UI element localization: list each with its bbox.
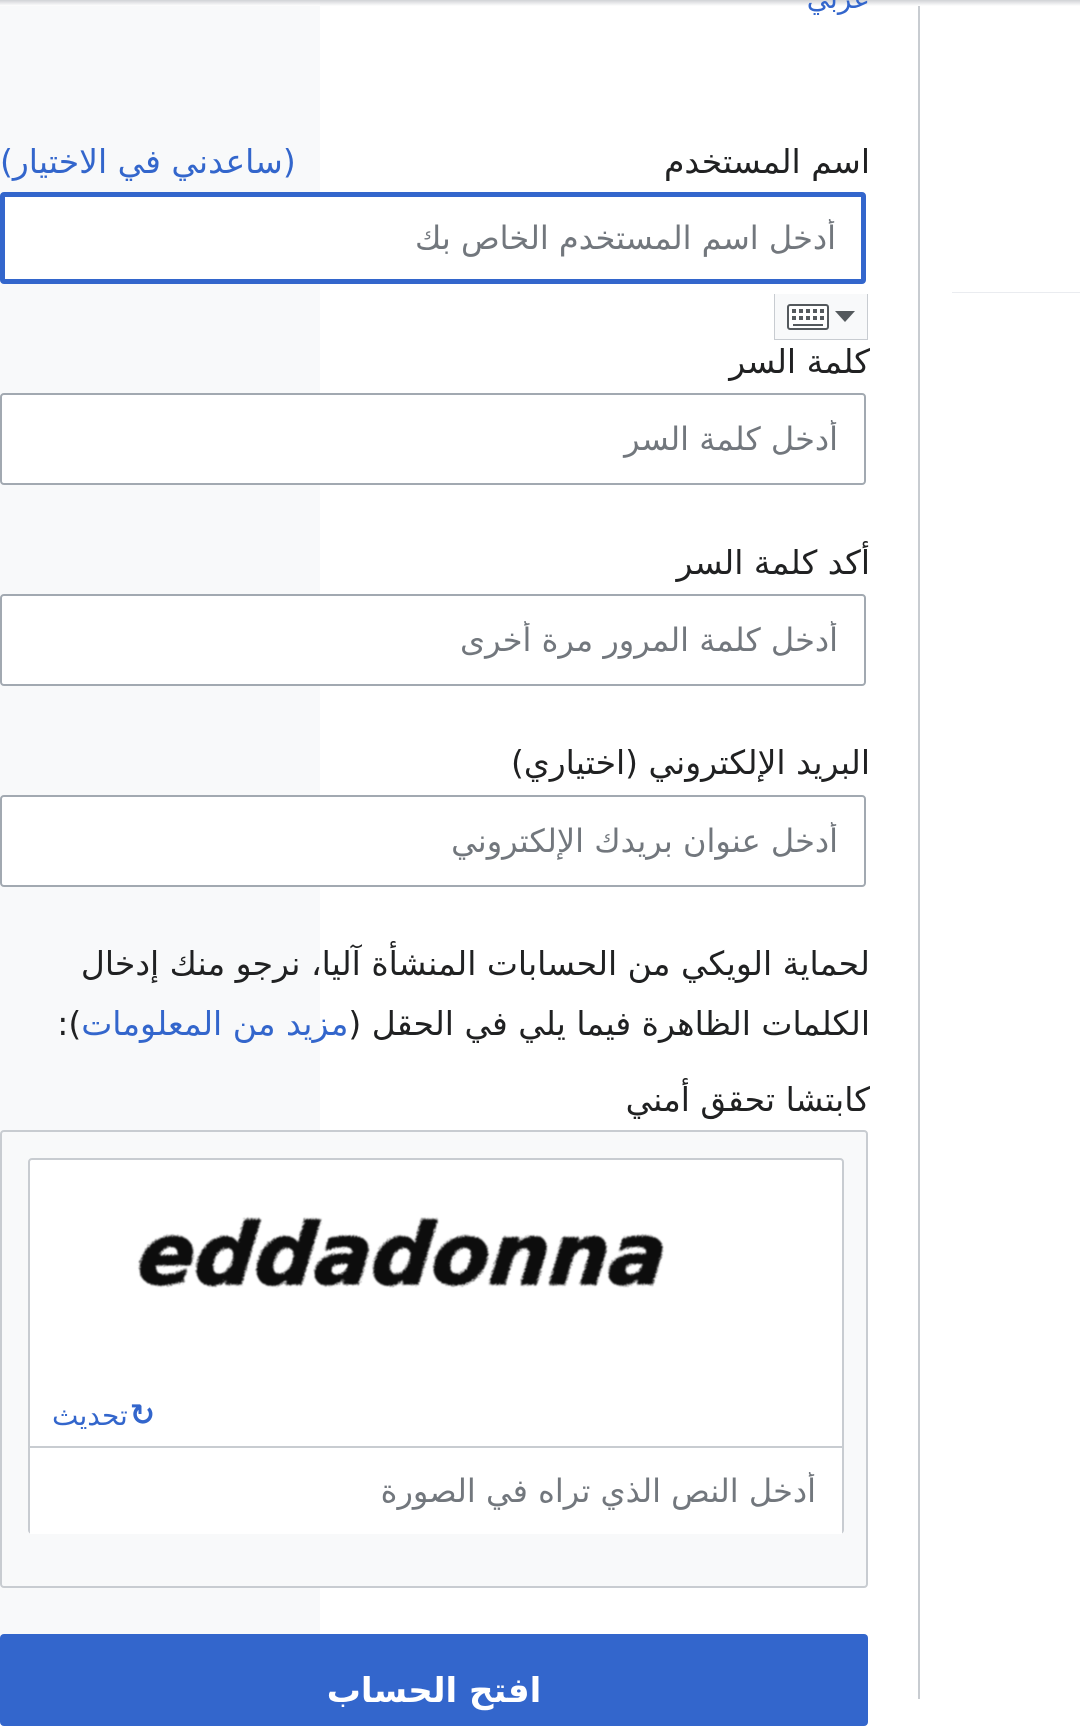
captcha-refresh-link[interactable]: ↻ تحديث [52,1398,155,1433]
header-shadow [0,0,1080,6]
captcha-notice-end: ): [57,1004,82,1043]
captcha-notice: لحماية الويكي من الحسابات المنشأة آليا، … [2,934,870,1054]
password-label: كلمة السر [729,342,870,381]
keyboard-icon [787,303,829,330]
refresh-icon: ↻ [129,1398,155,1433]
input-method-selector[interactable] [774,294,868,340]
captcha-image-text: eddadonna [133,1206,671,1304]
username-input[interactable] [0,192,866,284]
confirm-password-label: أكد كلمة السر [676,543,870,582]
captcha-panel: eddadonna ↻ تحديث [28,1158,844,1534]
username-help-link[interactable]: (ساعدني في الاختيار) [0,142,296,182]
password-input[interactable] [0,393,866,485]
username-label: اسم المستخدم [663,142,870,181]
email-label: البريد الإلكتروني (اختياري) [511,743,870,782]
email-input[interactable] [0,795,866,887]
confirm-password-input[interactable] [0,594,866,686]
captcha-image: eddadonna [133,1205,673,1304]
side-divider [952,292,1080,293]
content-divider [918,0,920,1699]
create-account-button[interactable]: افتح الحساب [0,1634,868,1726]
more-info-link[interactable]: مزيد من المعلومات [81,1004,348,1043]
refresh-label: تحديث [52,1399,128,1432]
captcha-input[interactable] [30,1446,842,1534]
captcha-container: eddadonna ↻ تحديث [0,1130,868,1588]
language-link[interactable]: عربي [807,0,870,15]
caret-down-icon [835,311,855,322]
captcha-label: كابتشا تحقق أمني [625,1080,870,1119]
